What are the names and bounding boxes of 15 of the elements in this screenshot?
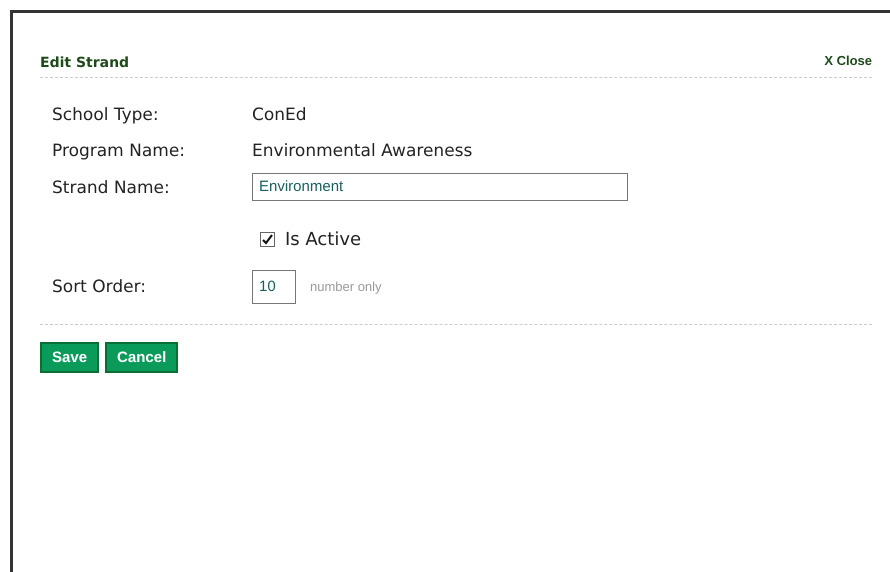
input-field[interactable]: 10 bbox=[252, 270, 296, 304]
checkbox-label: Is Active bbox=[285, 228, 362, 250]
cancel-button[interactable]: Cancel bbox=[105, 342, 178, 372]
field-value: ConEd bbox=[252, 104, 308, 126]
save-button[interactable]: Save bbox=[40, 342, 100, 372]
field-label: Program Name: bbox=[52, 140, 186, 162]
field-value: Environmental Awareness bbox=[252, 140, 474, 162]
checkbox[interactable] bbox=[260, 232, 275, 246]
field-label: School Type: bbox=[52, 104, 160, 126]
hint-text: number only bbox=[310, 279, 382, 294]
dialog-title: Edit Strand bbox=[40, 55, 130, 71]
close-link[interactable]: X Close bbox=[824, 53, 872, 68]
field-label: Strand Name: bbox=[52, 177, 171, 200]
input-field[interactable]: Environment bbox=[252, 172, 628, 200]
field-label: Sort Order: bbox=[52, 276, 147, 298]
